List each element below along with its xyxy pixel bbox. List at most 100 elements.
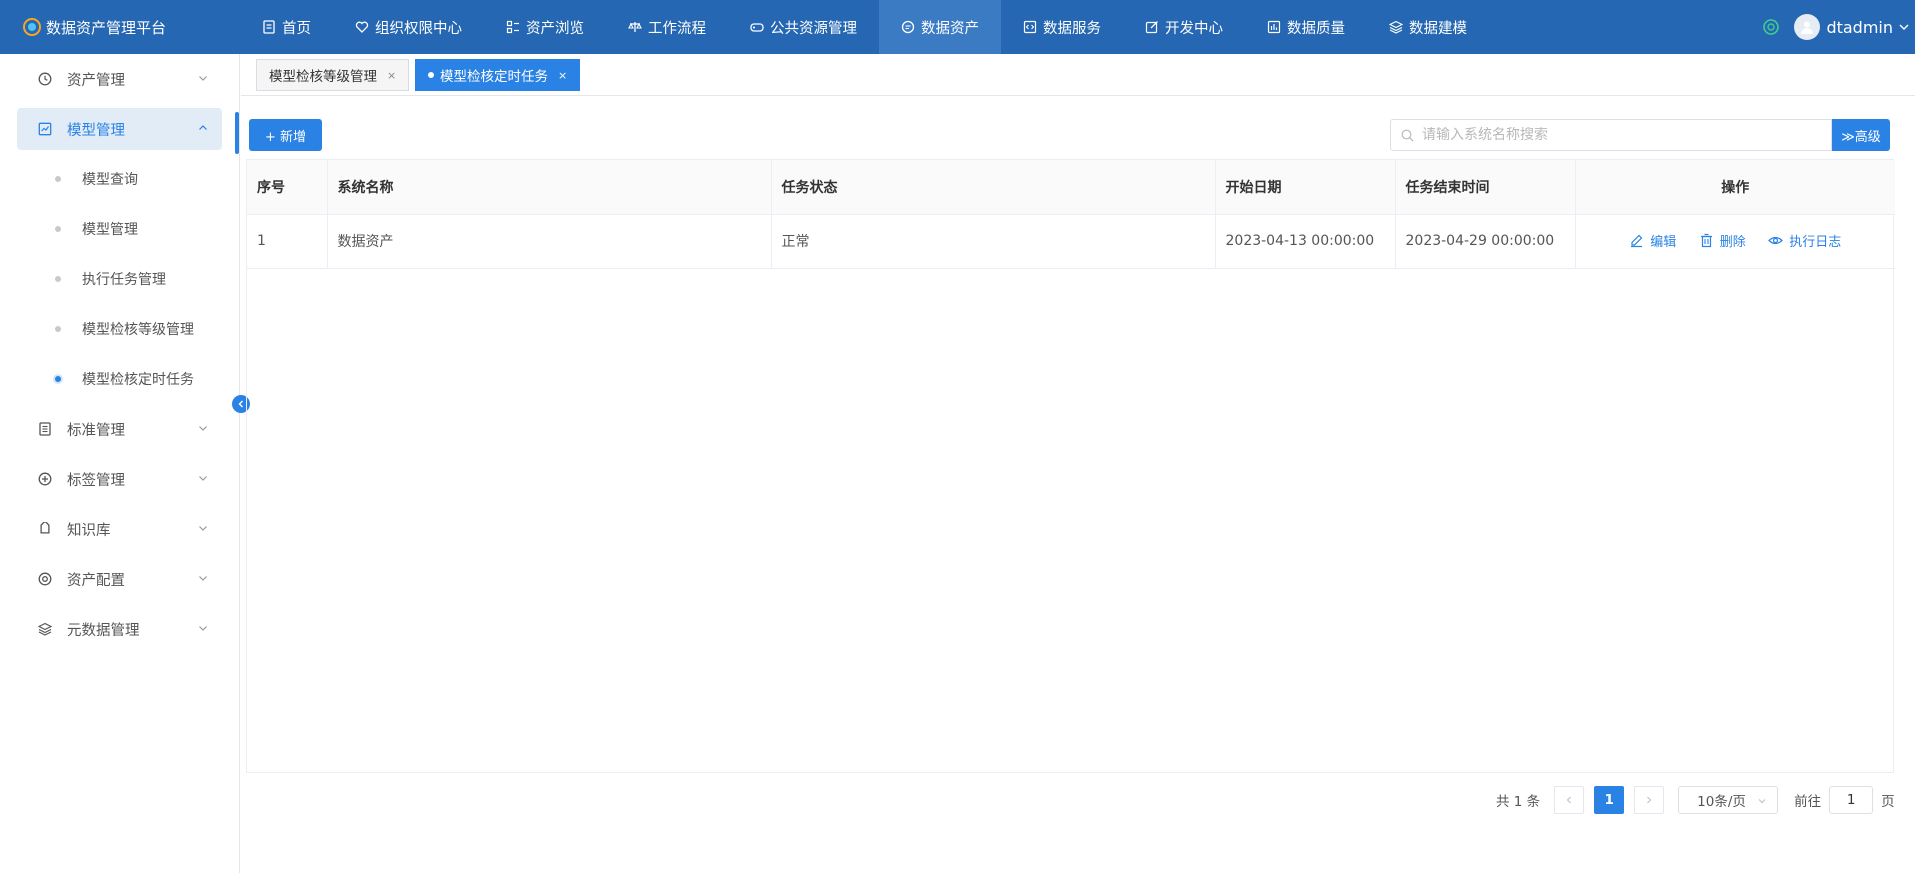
chevron-down-icon: [199, 76, 207, 81]
close-icon[interactable]: ×: [387, 69, 396, 82]
close-icon[interactable]: ×: [558, 69, 567, 82]
sidebar-item-label: 标准管理: [67, 422, 125, 439]
sidebar-item-label: 资产配置: [67, 572, 125, 589]
sidebar-item-label: 元数据管理: [67, 622, 140, 639]
sidebar-item-asset-management[interactable]: 资产管理: [0, 54, 239, 104]
total-count: 共 1 条: [1496, 794, 1541, 810]
sidebar-item-label: 资产管理: [67, 72, 125, 89]
edit-button[interactable]: 编辑: [1629, 231, 1676, 250]
cell-system-name: 数据资产: [327, 214, 772, 269]
sidebar-item-tag-management[interactable]: 标签管理: [0, 454, 239, 504]
nav-label: 公共资源管理: [770, 20, 857, 37]
document-icon: [39, 422, 51, 436]
prev-page-button[interactable]: [1554, 786, 1585, 814]
advanced-search-button[interactable]: ≫高级: [1832, 119, 1890, 151]
nav-dev-center[interactable]: 开发中心: [1123, 0, 1245, 54]
sidebar-item-asset-config[interactable]: 资产配置: [0, 554, 239, 604]
edit-icon: [1631, 234, 1643, 247]
sidebar-subitem-model-manage[interactable]: 模型管理: [0, 204, 239, 254]
chevron-up-icon: [199, 125, 207, 130]
bullet-icon: [55, 176, 61, 182]
sidebar-subitem-label: 模型检核定时任务: [82, 372, 194, 388]
nav-workflow[interactable]: 工作流程: [606, 0, 728, 54]
delete-button[interactable]: 删除: [1699, 231, 1746, 250]
sidebar: 资产管理 模型管理 模型查询 模型管理 执行任务管理 模型检核等级管理 模型检核…: [0, 54, 240, 873]
sidebar-item-knowledge-base[interactable]: 知识库: [0, 504, 239, 554]
nav-label: 首页: [282, 20, 311, 37]
document-icon: [263, 20, 275, 34]
brand[interactable]: 数据资产管理平台: [0, 0, 240, 54]
bullet-icon: [55, 226, 61, 232]
nav-label: 数据建模: [1409, 20, 1467, 37]
sidebar-subitem-check-level[interactable]: 模型检核等级管理: [0, 304, 239, 354]
search-input[interactable]: [1422, 127, 1822, 143]
tab-scheduled-check[interactable]: 模型检核定时任务 ×: [415, 59, 581, 91]
sidebar-item-model-management[interactable]: 模型管理: [17, 108, 222, 150]
bar-chart-icon: [1267, 20, 1281, 34]
column-header: 开始日期: [1215, 160, 1396, 215]
user-area: dtadmin: [1762, 0, 1915, 54]
chat-icon: [901, 20, 915, 34]
nav-label: 开发中心: [1165, 20, 1223, 37]
user-icon: [1801, 21, 1814, 34]
plus-circle-icon: [38, 472, 52, 486]
task-table: 序号 系统名称 任务状态 开始日期 任务结束时间 操作 1 数据资产 正常 20…: [246, 159, 1895, 773]
sidebar-item-metadata-management[interactable]: 元数据管理: [0, 604, 239, 654]
main-nav: 首页 组织权限中心 资产浏览 工作流程 公共资源管理 数据资产 数据服务 开发中…: [240, 0, 1489, 54]
page-number[interactable]: 1: [1594, 786, 1625, 814]
page-size-select[interactable]: 10条/页: [1678, 786, 1779, 814]
chevron-down-icon: [199, 526, 207, 531]
layers-icon: [1389, 20, 1403, 34]
nav-data-service[interactable]: 数据服务: [1001, 0, 1123, 54]
active-dot-icon: [428, 72, 434, 78]
eye-icon: [1768, 236, 1784, 244]
column-header: 系统名称: [327, 160, 772, 215]
sidebar-item-label: 标签管理: [67, 472, 125, 489]
trash-icon: [1700, 233, 1712, 247]
target-icon: [38, 572, 52, 586]
page-suffix: 页: [1881, 794, 1895, 810]
logo-icon: [23, 18, 41, 36]
nav-label: 组织权限中心: [375, 20, 462, 37]
active-indicator: [235, 112, 239, 154]
sidebar-subitem-model-query[interactable]: 模型查询: [0, 154, 239, 204]
add-button[interactable]: + 新增: [249, 119, 322, 151]
tag-icon: [40, 522, 50, 534]
nav-asset-browse[interactable]: 资产浏览: [484, 0, 606, 54]
gamepad-icon: [750, 23, 764, 32]
tab-label: 模型检核定时任务: [440, 69, 548, 85]
tab-check-level[interactable]: 模型检核等级管理 ×: [256, 59, 410, 91]
nav-data-quality[interactable]: 数据质量: [1245, 0, 1367, 54]
ai-assistant-icon[interactable]: [1762, 18, 1780, 36]
avatar[interactable]: [1794, 14, 1821, 40]
scale-icon: [628, 22, 642, 32]
username[interactable]: dtadmin: [1826, 18, 1893, 37]
nav-home[interactable]: 首页: [240, 0, 333, 54]
code-icon: [1023, 20, 1037, 34]
bullet-icon: [55, 326, 61, 332]
chevron-left-icon: [1566, 796, 1572, 804]
sidebar-subitem-scheduled-check[interactable]: 模型检核定时任务: [0, 354, 239, 404]
nav-data-asset[interactable]: 数据资产: [879, 0, 1001, 54]
pagination: 共 1 条 1 10条/页 前往 页: [1496, 786, 1895, 814]
nav-public-resource[interactable]: 公共资源管理: [728, 0, 879, 54]
nav-label: 数据质量: [1287, 20, 1345, 37]
execution-log-button[interactable]: 执行日志: [1768, 231, 1841, 250]
goto-label: 前往: [1794, 794, 1822, 810]
search-icon: [1401, 129, 1414, 141]
cell-start-date: 2023-04-13 00:00:00: [1215, 214, 1396, 269]
chevron-down-icon[interactable]: [1897, 20, 1911, 34]
heart-shield-icon: [355, 21, 369, 33]
goto-page-input[interactable]: [1829, 786, 1874, 814]
chevron-down-icon: [199, 426, 207, 431]
nav-data-modeling[interactable]: 数据建模: [1367, 0, 1489, 54]
sidebar-item-standard-management[interactable]: 标准管理: [0, 404, 239, 454]
sidebar-subitem-execution-task[interactable]: 执行任务管理: [0, 254, 239, 304]
chevron-down-icon: [199, 626, 207, 631]
chevron-down-icon: [1758, 799, 1766, 804]
nav-label: 工作流程: [648, 20, 706, 37]
sidebar-subitem-label: 模型查询: [82, 172, 138, 188]
next-page-button[interactable]: [1634, 786, 1665, 814]
layers-icon: [38, 622, 52, 636]
nav-org-permission[interactable]: 组织权限中心: [333, 0, 484, 54]
